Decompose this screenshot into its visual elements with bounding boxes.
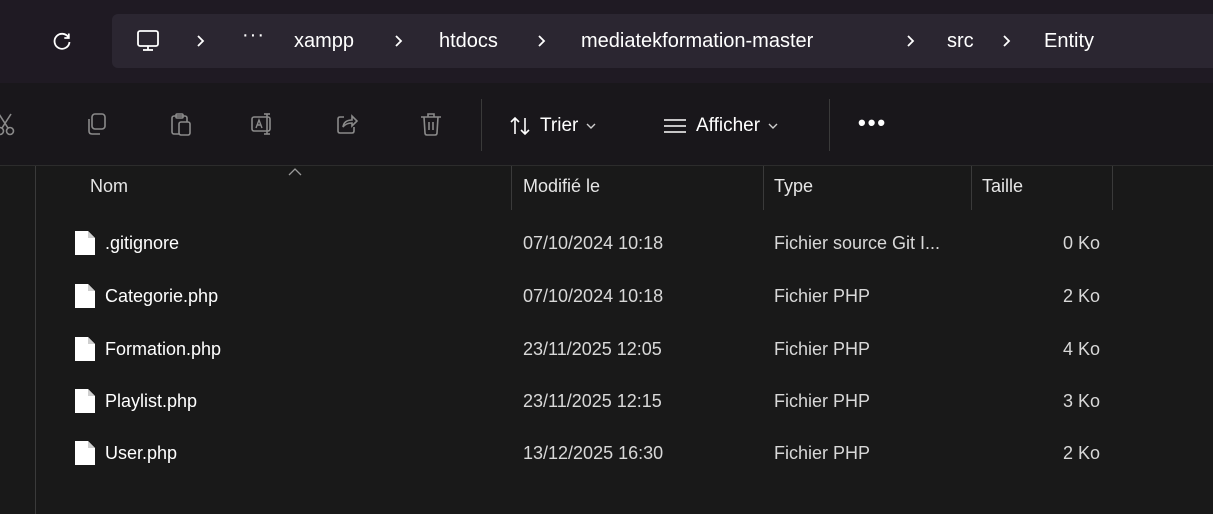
file-modified: 07/10/2024 10:18 <box>523 286 664 306</box>
sort-icon <box>510 116 530 136</box>
more-options-button[interactable]: ••• <box>858 112 887 134</box>
refresh-button[interactable] <box>42 22 82 62</box>
file-size: 0 Ko <box>1062 233 1100 253</box>
this-pc-icon[interactable] <box>135 28 161 54</box>
view-button[interactable]: Afficher <box>662 111 778 141</box>
address-bar[interactable]: ··· xampp htdocs mediatekformation-maste… <box>112 14 1213 68</box>
file-row[interactable]: Formation.php 23/11/2025 12:05 Fichier P… <box>0 329 1213 369</box>
file-size: 2 Ko <box>1062 286 1100 306</box>
file-row[interactable]: .gitignore 07/10/2024 10:18 Fichier sour… <box>0 223 1213 263</box>
chevron-down-icon <box>586 123 596 129</box>
column-header-type[interactable]: Type <box>774 176 813 197</box>
column-separator[interactable] <box>763 166 764 210</box>
file-row[interactable]: Playlist.php 23/11/2025 12:15 Fichier PH… <box>0 381 1213 421</box>
breadcrumb-xampp[interactable]: xampp <box>294 27 354 55</box>
sort-label: Trier <box>540 115 579 136</box>
column-separator[interactable] <box>511 166 512 210</box>
file-name: Categorie.php <box>105 286 219 306</box>
breadcrumb-src[interactable]: src <box>947 27 974 55</box>
chevron-right-icon[interactable] <box>392 28 406 54</box>
file-type: Fichier source Git I... <box>774 233 941 253</box>
breadcrumb-mediatekformation-master[interactable]: mediatekformation-master <box>581 27 813 55</box>
view-label: Afficher <box>696 115 761 136</box>
breadcrumb-entity[interactable]: Entity <box>1044 27 1094 55</box>
chevron-right-icon[interactable] <box>904 28 918 54</box>
address-row: ··· xampp htdocs mediatekformation-maste… <box>0 0 1213 83</box>
file-explorer-window: ··· xampp htdocs mediatekformation-maste… <box>0 0 1213 514</box>
view-list-icon <box>664 119 686 133</box>
chevron-right-icon[interactable] <box>194 28 208 54</box>
file-name: Formation.php <box>105 339 222 359</box>
command-bar: Trier Afficher ••• <box>0 83 1213 166</box>
column-separator[interactable] <box>1112 166 1113 210</box>
file-modified: 13/12/2025 16:30 <box>523 443 664 463</box>
file-icon <box>75 441 95 465</box>
file-list-pane: Nom Modifié le Type Taille .gitignore 07… <box>0 166 1213 514</box>
delete-icon[interactable] <box>418 111 444 137</box>
cut-icon[interactable] <box>0 111 18 137</box>
file-icon <box>75 231 95 255</box>
file-icon <box>75 337 95 361</box>
paste-icon[interactable] <box>168 111 194 137</box>
file-size: 2 Ko <box>1062 443 1100 463</box>
sort-button[interactable]: Trier <box>508 111 596 141</box>
copy-icon[interactable] <box>84 111 110 137</box>
chevron-right-icon[interactable] <box>1000 28 1014 54</box>
file-icon <box>75 389 95 413</box>
file-type: Fichier PHP <box>774 391 871 411</box>
refresh-icon <box>53 32 71 50</box>
file-row[interactable]: User.php 13/12/2025 16:30 Fichier PHP 2 … <box>0 433 1213 473</box>
file-name: Playlist.php <box>105 391 198 411</box>
file-icon <box>75 284 95 308</box>
breadcrumb-overflow[interactable]: ··· <box>242 24 265 47</box>
column-header-modified[interactable]: Modifié le <box>523 176 600 197</box>
file-size: 4 Ko <box>1062 339 1100 359</box>
sort-ascending-icon <box>288 168 302 176</box>
file-modified: 23/11/2025 12:05 <box>523 339 662 359</box>
file-type: Fichier PHP <box>774 443 871 463</box>
file-name: User.php <box>105 443 178 463</box>
chevron-down-icon <box>768 123 778 129</box>
file-modified: 07/10/2024 10:18 <box>523 233 664 253</box>
file-name: .gitignore <box>105 233 180 253</box>
share-icon[interactable] <box>334 111 360 137</box>
column-separator[interactable] <box>971 166 972 210</box>
breadcrumb-htdocs[interactable]: htdocs <box>439 27 498 55</box>
file-type: Fichier PHP <box>774 339 871 359</box>
column-header-name[interactable]: Nom <box>90 176 128 197</box>
chevron-right-icon[interactable] <box>535 28 549 54</box>
file-modified: 23/11/2025 12:15 <box>523 391 662 411</box>
file-row[interactable]: Categorie.php 07/10/2024 10:18 Fichier P… <box>0 276 1213 316</box>
command-divider <box>829 99 830 151</box>
column-header-size[interactable]: Taille <box>982 176 1023 197</box>
file-type: Fichier PHP <box>774 286 871 306</box>
command-divider <box>481 99 482 151</box>
file-size: 3 Ko <box>1062 391 1100 411</box>
rename-icon[interactable] <box>250 111 276 137</box>
